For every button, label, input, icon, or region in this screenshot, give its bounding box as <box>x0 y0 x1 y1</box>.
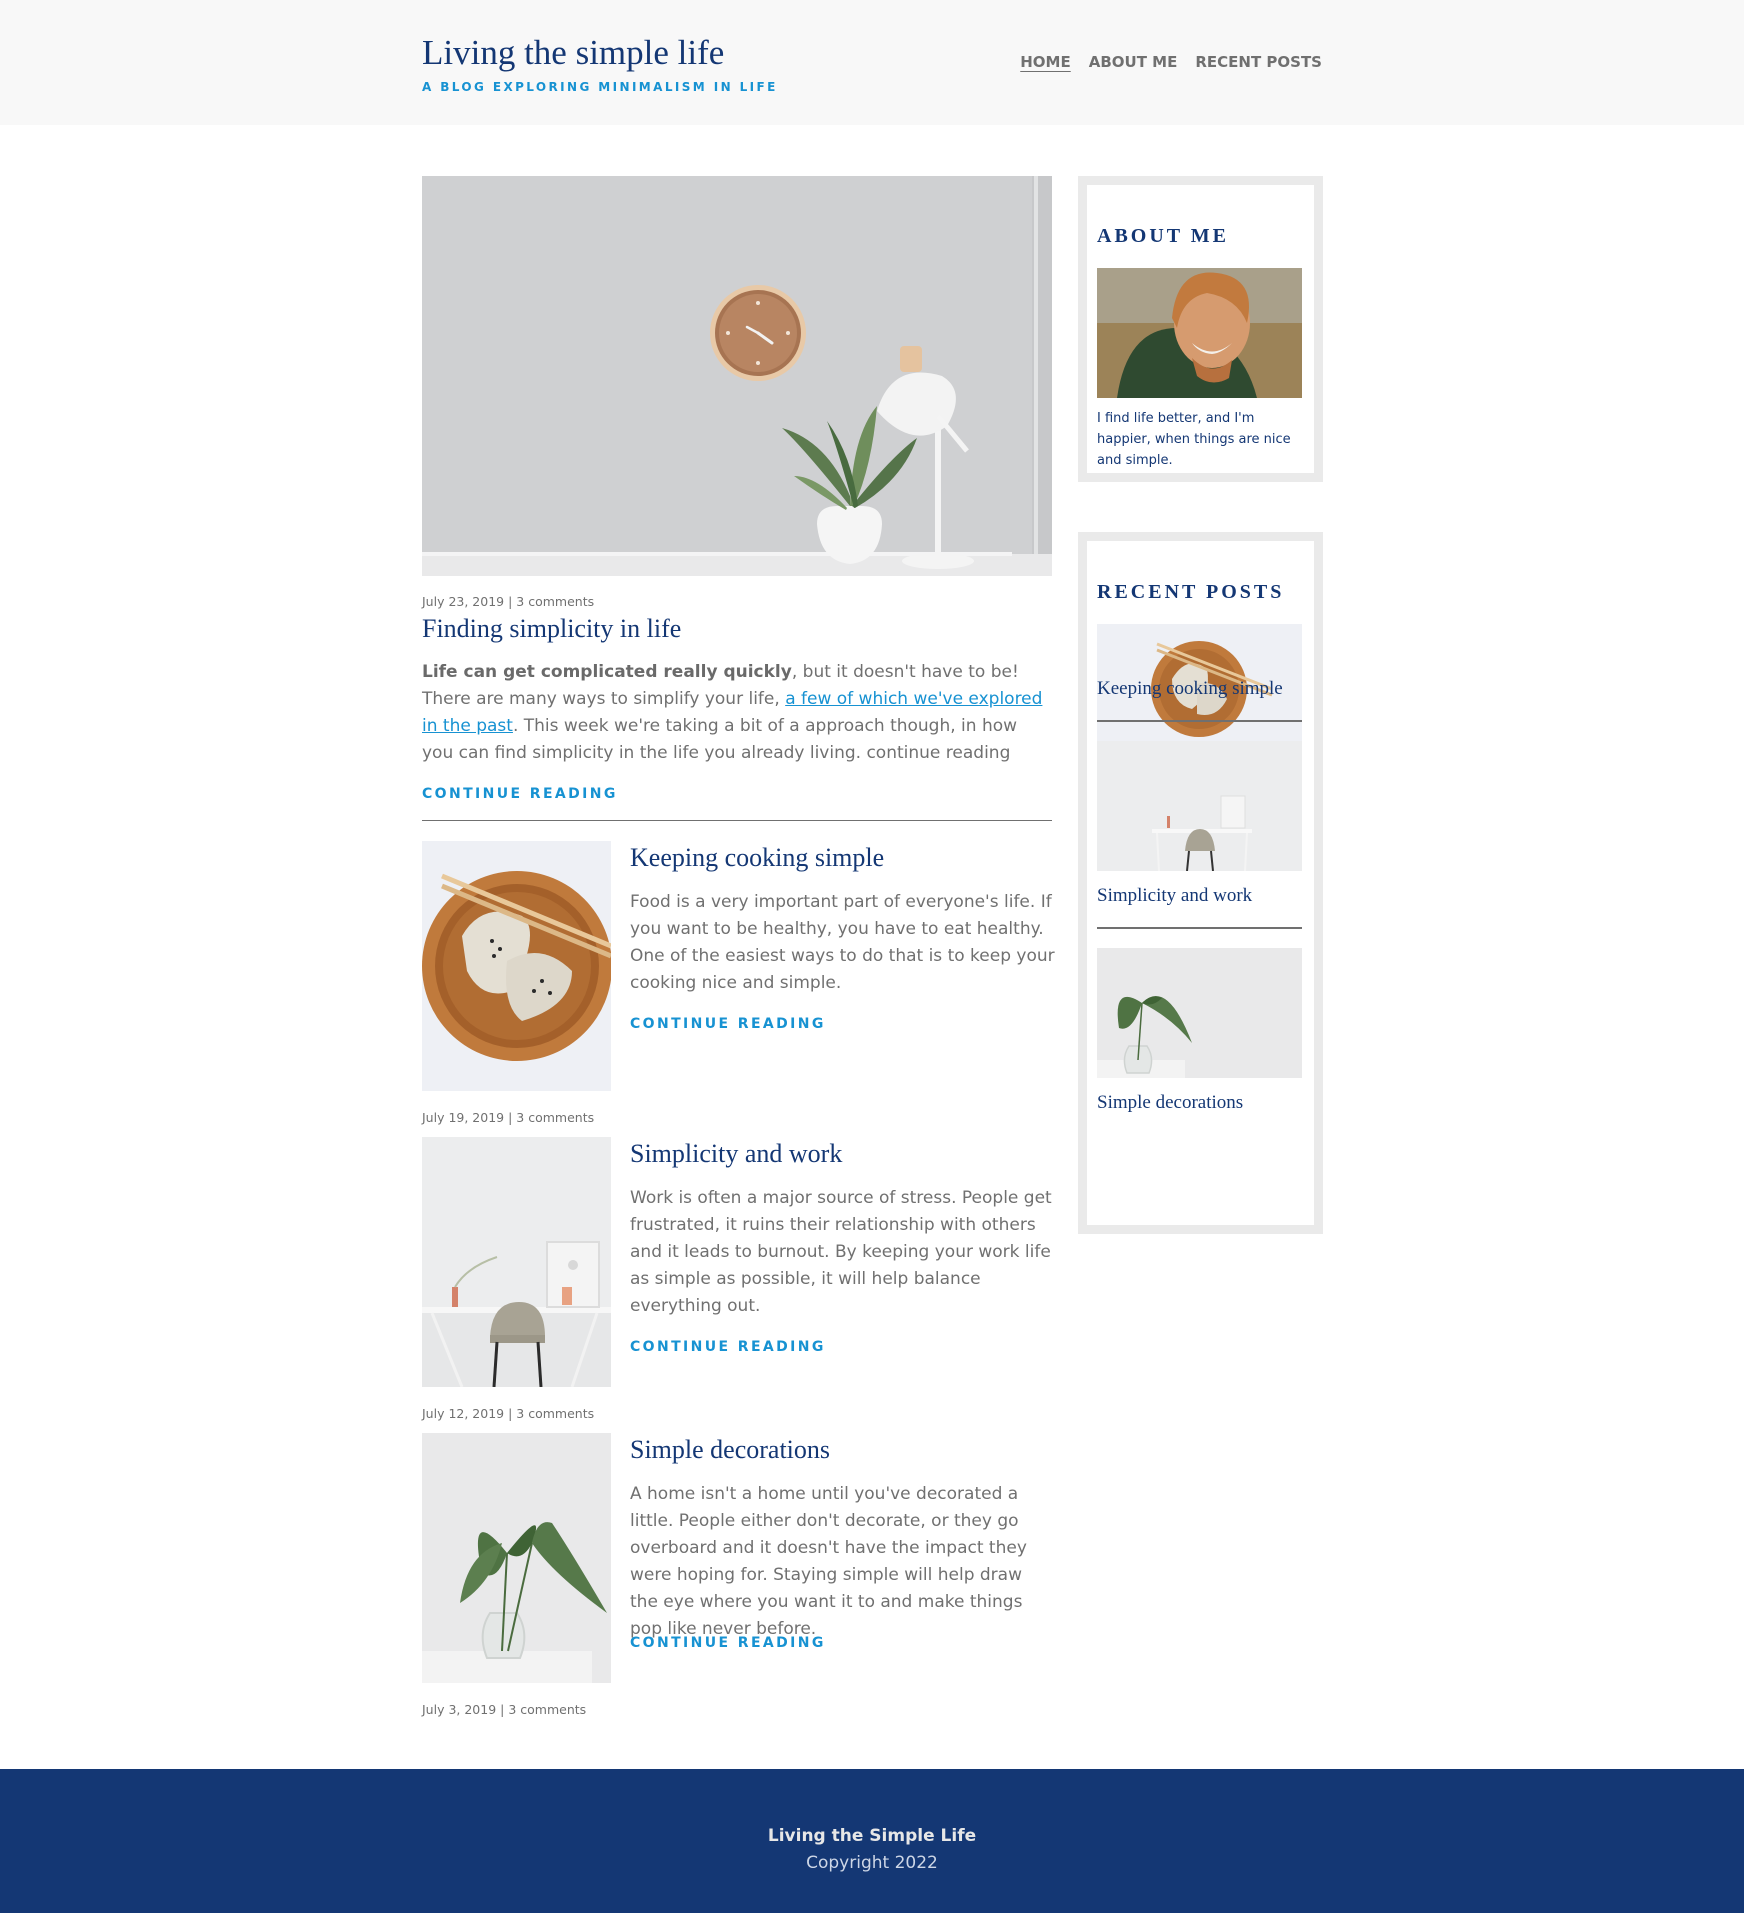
widget-title: ABOUT ME <box>1097 225 1229 247</box>
post-comments-link[interactable]: 3 comments <box>516 594 594 609</box>
recent-post-thumbnail[interactable] <box>1097 741 1302 871</box>
post-comments-link[interactable]: 3 comments <box>516 1110 594 1125</box>
post-title[interactable]: Simple decorations <box>630 1435 830 1465</box>
widget-title: RECENT POSTS <box>1097 581 1285 603</box>
recent-post-divider <box>1097 927 1302 929</box>
post-thumbnail-desk-chair[interactable] <box>422 1137 611 1387</box>
post-date: July 23, 2019 <box>422 594 505 609</box>
post-excerpt: Work is often a major source of stress. … <box>630 1188 1052 1316</box>
about-me-widget: ABOUT ME I find life better, and I'm hap… <box>1078 176 1323 482</box>
recent-posts-widget: RECENT POSTS Keeping cooking simple Simp… <box>1078 532 1323 1234</box>
post-title[interactable]: Keeping cooking simple <box>630 843 884 873</box>
nav-link-about-me[interactable]: ABOUT ME <box>1089 53 1178 71</box>
post-excerpt: A home isn't a home until you've decorat… <box>630 1484 1027 1639</box>
featured-divider <box>422 820 1052 821</box>
continue-reading-link[interactable]: CONTINUE READING <box>630 1635 826 1651</box>
footer-site-name: Living the Simple Life <box>767 1826 977 1846</box>
recent-post-divider <box>1097 720 1302 722</box>
featured-post-excerpt: Life can get complicated really quickly,… <box>422 659 1052 767</box>
recent-post-thumbnail[interactable] <box>1097 948 1302 1078</box>
site-title[interactable]: Living the simple life <box>422 33 724 73</box>
post-meta: July 3, 2019 | 3 comments <box>422 1702 587 1717</box>
continue-reading-link[interactable]: CONTINUE READING <box>630 1339 826 1355</box>
continue-reading-link[interactable]: CONTINUE READING <box>422 786 618 802</box>
continue-reading-link[interactable]: CONTINUE READING <box>630 1016 826 1032</box>
post-date: July 19, 2019 <box>422 1110 505 1125</box>
post-title[interactable]: Simplicity and work <box>630 1139 842 1169</box>
post-comments-link[interactable]: 3 comments <box>516 1406 594 1421</box>
excerpt-bold-lead: Life can get complicated really quickly <box>422 662 792 682</box>
about-me-photo <box>1097 268 1302 398</box>
post-date: July 3, 2019 <box>422 1702 497 1717</box>
featured-post-title[interactable]: Finding simplicity in life <box>422 614 681 644</box>
nav-link-recent-posts[interactable]: RECENT POSTS <box>1195 53 1322 71</box>
site-footer: Living the Simple Life Copyright 2022 <box>0 1769 1744 1913</box>
recent-post-title[interactable]: Simplicity and work <box>1097 885 1252 907</box>
site-header: Living the simple life A BLOG EXPLORING … <box>0 0 1744 125</box>
featured-post-image[interactable] <box>422 176 1052 576</box>
post-thumbnail-vase-leaves[interactable] <box>422 1433 611 1683</box>
featured-post-meta: July 23, 2019 | 3 comments <box>422 594 595 609</box>
footer-copyright: Copyright 2022 <box>806 1853 938 1873</box>
post-date: July 12, 2019 <box>422 1406 505 1421</box>
post-comments-link[interactable]: 3 comments <box>508 1702 586 1717</box>
site-tagline: A BLOG EXPLORING MINIMALISM IN LIFE <box>422 80 778 94</box>
main-nav: HOME ABOUT ME RECENT POSTS <box>1020 53 1322 71</box>
recent-post-title[interactable]: Keeping cooking simple <box>1097 678 1283 700</box>
nav-link-home[interactable]: HOME <box>1020 53 1070 71</box>
post-meta: July 19, 2019 | 3 comments <box>422 1110 595 1125</box>
about-me-text: I find life better, and I'm happier, whe… <box>1097 411 1291 468</box>
post-meta: July 12, 2019 | 3 comments <box>422 1406 595 1421</box>
post-thumbnail-dumplings[interactable] <box>422 841 611 1091</box>
recent-post-title[interactable]: Simple decorations <box>1097 1092 1243 1114</box>
post-excerpt: Food is a very important part of everyon… <box>630 892 1055 993</box>
